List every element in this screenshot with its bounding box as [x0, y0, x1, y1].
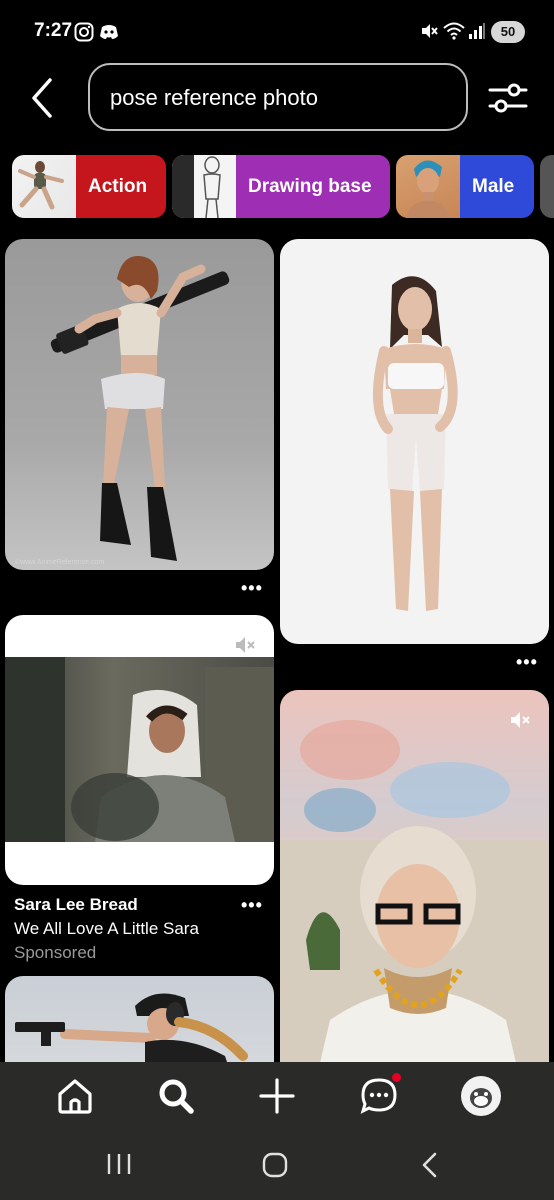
signal-icon [469, 23, 485, 39]
profile-avatar[interactable] [461, 1076, 501, 1116]
wifi-icon [443, 22, 465, 40]
mute-icon[interactable] [508, 708, 532, 732]
chip-male-thumbnail [396, 155, 460, 218]
video-frame [5, 657, 274, 842]
home-system-icon[interactable] [262, 1152, 288, 1178]
system-nav [0, 1132, 554, 1200]
back-arrow-icon[interactable] [28, 76, 60, 120]
chip-male[interactable]: Male [396, 155, 534, 218]
filter-sliders-icon[interactable] [488, 78, 528, 118]
pin-more-button[interactable]: ••• [241, 578, 263, 599]
instagram-icon [74, 22, 94, 42]
chip-drawing-base-label: Drawing base [236, 155, 390, 218]
sponsored-tagline[interactable]: We All Love A Little Sara [14, 919, 199, 939]
mute-icon[interactable] [233, 633, 257, 657]
chip-action-label: Action [76, 155, 166, 218]
pin-image[interactable]: ©www.AnimeReference.com [5, 239, 274, 570]
discord-icon [100, 25, 118, 39]
recent-apps-icon[interactable] [106, 1152, 132, 1176]
chip-male-label: Male [460, 155, 534, 218]
status-bar: 7:27 50 [0, 0, 554, 56]
pin-image[interactable] [280, 239, 549, 644]
pin-photo-figure [280, 690, 549, 1080]
pin-video[interactable] [280, 690, 549, 1080]
chip-action[interactable]: Action [12, 155, 166, 218]
pin-more-button[interactable]: ••• [241, 895, 263, 916]
pin-more-button[interactable]: ••• [516, 652, 538, 673]
pin-photo-figure [50, 255, 230, 561]
pin-watermark: ©www.AnimeReference.com [15, 559, 105, 566]
notification-dot [392, 1073, 401, 1082]
back-system-icon[interactable] [420, 1152, 440, 1178]
battery-level: 50 [500, 24, 516, 39]
create-icon[interactable] [257, 1076, 297, 1116]
search-input[interactable]: pose reference photo [88, 63, 468, 131]
suggestion-chips: Action Drawing base Male [12, 155, 554, 219]
home-icon[interactable] [55, 1076, 95, 1116]
chip-partial[interactable] [540, 155, 554, 218]
battery-icon: 50 [491, 21, 525, 43]
bottom-nav [0, 1062, 554, 1132]
chip-action-thumbnail [12, 155, 76, 218]
sponsored-label: Sponsored [14, 943, 97, 962]
mute-icon [422, 24, 438, 38]
search-icon[interactable] [156, 1076, 196, 1116]
sponsored-pin-video[interactable] [5, 615, 274, 885]
messages-icon[interactable] [359, 1073, 401, 1116]
pin-photo-figure [372, 276, 458, 611]
chip-drawing-base-thumbnail [172, 155, 236, 218]
sponsored-brand[interactable]: Sara Lee Bread [14, 895, 138, 915]
chip-drawing-base[interactable]: Drawing base [172, 155, 390, 218]
status-time: 7:27 [34, 20, 73, 41]
search-query: pose reference photo [110, 85, 318, 110]
